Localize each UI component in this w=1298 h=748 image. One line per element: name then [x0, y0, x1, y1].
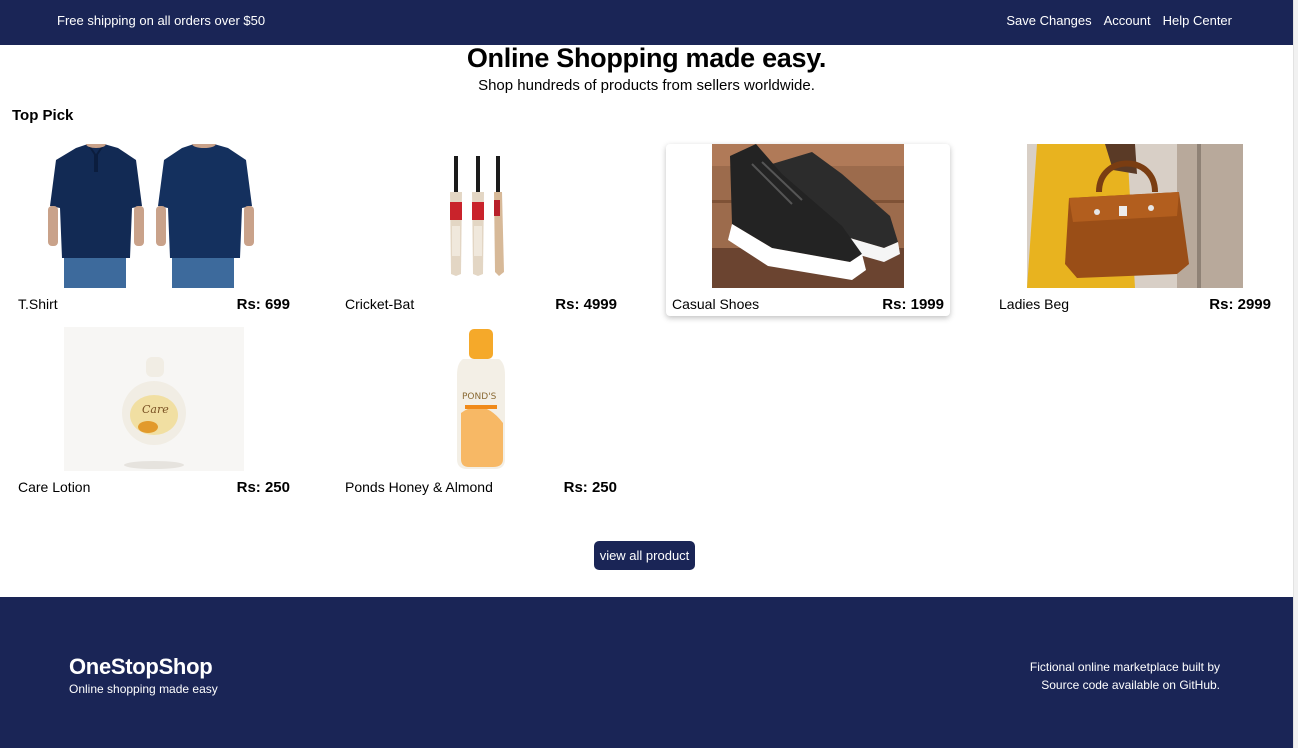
- product-name: Ladies Beg: [999, 296, 1070, 312]
- product-card-ladies-bag[interactable]: Ladies Beg Rs: 2999: [993, 144, 1277, 316]
- svg-text:POND'S: POND'S: [462, 392, 497, 402]
- github-link[interactable]: GitHub.: [1179, 678, 1220, 692]
- product-card-cricket-bat[interactable]: Cricket-Bat Rs: 4999: [339, 144, 623, 316]
- product-price: Rs: 2999: [1209, 296, 1271, 313]
- product-name: T.Shirt: [18, 296, 58, 312]
- help-center-link[interactable]: Help Center: [1163, 13, 1232, 28]
- footer-source-prefix: Source code available on: [1041, 678, 1180, 692]
- footer: OneStopShop Online shopping made easy Fi…: [0, 597, 1293, 748]
- page-scrollbar[interactable]: [1293, 0, 1298, 748]
- section-title: Top Pick: [12, 107, 74, 124]
- top-nav: Save Changes Account Help Center: [1006, 13, 1232, 28]
- footer-tagline: Online shopping made easy: [69, 682, 218, 696]
- save-changes-link[interactable]: Save Changes: [1006, 13, 1091, 28]
- footer-source-line: Source code available on GitHub.: [1030, 676, 1220, 694]
- product-price: Rs: 4999: [555, 296, 617, 313]
- svg-text:Care: Care: [142, 403, 169, 416]
- product-name: Care Lotion: [18, 479, 91, 495]
- view-all-products-button[interactable]: view all product: [594, 541, 695, 570]
- cricket-bat-image: [447, 144, 509, 288]
- product-price: Rs: 1999: [882, 296, 944, 313]
- product-card-care-lotion[interactable]: Care Care Lotion Rs: 250: [12, 327, 296, 499]
- ladies-bag-image: [1027, 144, 1243, 288]
- casual-shoes-image: [712, 144, 904, 288]
- footer-credit-line: Fictional online marketplace built by: [1029, 660, 1220, 674]
- product-price: Rs: 699: [236, 296, 290, 313]
- footer-info: Fictional online marketplace built by So…: [1030, 658, 1220, 694]
- product-name: Casual Shoes: [672, 296, 760, 312]
- ponds-lotion-image: POND'S: [453, 327, 509, 471]
- footer-brand[interactable]: OneStopShop: [69, 654, 213, 680]
- product-card-ponds-lotion[interactable]: POND'S Ponds Honey & Almond Rs: 250: [339, 327, 623, 499]
- product-card-casual-shoes[interactable]: Casual Shoes Rs: 1999: [666, 144, 950, 316]
- product-card-tshirt[interactable]: T.Shirt Rs: 699: [12, 144, 296, 316]
- hero-subtitle: Shop hundreds of products from sellers w…: [478, 77, 815, 94]
- product-price: Rs: 250: [563, 479, 617, 496]
- hero-title: Online Shopping made easy.: [466, 43, 827, 73]
- product-name: Ponds Honey & Almond: [345, 479, 493, 495]
- care-lotion-image: Care: [64, 327, 244, 471]
- account-link[interactable]: Account: [1104, 13, 1151, 28]
- tshirt-image: [48, 144, 260, 288]
- product-price: Rs: 250: [236, 479, 290, 496]
- shipping-promo: Free shipping on all orders over $50: [57, 13, 266, 28]
- product-name: Cricket-Bat: [345, 296, 415, 312]
- top-bar: Free shipping on all orders over $50 Sav…: [0, 0, 1293, 45]
